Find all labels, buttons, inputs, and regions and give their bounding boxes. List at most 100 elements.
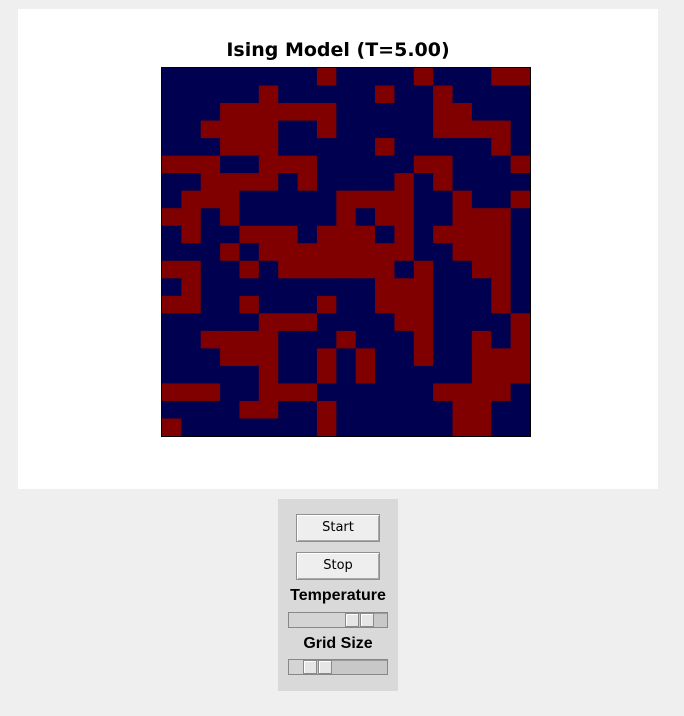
spin-down-cell — [510, 295, 530, 314]
spin-up-cell — [355, 225, 376, 244]
spin-up-cell — [433, 120, 454, 139]
spin-down-cell — [239, 383, 260, 402]
spin-down-cell — [491, 190, 512, 209]
temperature-slider[interactable] — [288, 612, 388, 628]
spin-down-cell — [394, 138, 415, 157]
spin-down-cell — [316, 138, 337, 157]
spin-down-cell — [336, 173, 357, 192]
spin-up-cell — [375, 243, 396, 262]
spin-down-cell — [162, 365, 182, 385]
spin-down-cell — [162, 120, 182, 139]
spin-up-cell — [181, 260, 202, 279]
spin-down-cell — [162, 400, 182, 420]
spin-down-cell — [239, 85, 260, 104]
control-panel: Start Stop Temperature Grid Size — [278, 499, 398, 691]
spin-down-cell — [316, 330, 337, 349]
spin-down-cell — [200, 295, 221, 314]
spin-down-cell — [239, 243, 260, 262]
spin-down-cell — [375, 225, 396, 244]
spin-down-cell — [162, 103, 182, 122]
spin-up-cell — [239, 295, 260, 314]
spin-up-cell — [413, 68, 434, 87]
spin-down-cell — [278, 348, 299, 367]
spin-up-cell — [375, 278, 396, 297]
spin-down-cell — [200, 85, 221, 104]
spin-up-cell — [297, 155, 318, 174]
spin-down-cell — [394, 330, 415, 349]
spin-down-cell — [471, 295, 492, 314]
spin-down-cell — [278, 278, 299, 297]
spin-up-cell — [181, 295, 202, 314]
spin-down-cell — [452, 348, 473, 367]
spin-down-cell — [355, 155, 376, 174]
spin-down-cell — [433, 365, 454, 385]
spin-up-cell — [181, 278, 202, 297]
spin-down-cell — [452, 260, 473, 279]
grid-size-slider-thumb[interactable] — [318, 660, 332, 674]
spin-down-cell — [355, 103, 376, 122]
spin-down-cell — [413, 190, 434, 209]
spin-down-cell — [220, 365, 241, 385]
spin-down-cell — [297, 138, 318, 157]
spin-up-cell — [471, 330, 492, 349]
spin-up-cell — [316, 400, 337, 420]
spin-down-cell — [336, 418, 357, 436]
spin-down-cell — [510, 260, 530, 279]
grid-size-slider[interactable] — [288, 659, 388, 675]
spin-up-cell — [413, 278, 434, 297]
spin-up-cell — [200, 120, 221, 139]
spin-up-cell — [471, 208, 492, 227]
spin-down-cell — [452, 173, 473, 192]
spin-down-cell — [510, 278, 530, 297]
spin-up-cell — [278, 103, 299, 122]
spin-down-cell — [220, 278, 241, 297]
spin-up-cell — [452, 120, 473, 139]
spin-down-cell — [452, 138, 473, 157]
spin-up-cell — [239, 260, 260, 279]
spin-down-cell — [433, 330, 454, 349]
spin-down-cell — [278, 295, 299, 314]
spin-down-cell — [200, 103, 221, 122]
spin-down-cell — [162, 330, 182, 349]
spin-down-cell — [413, 400, 434, 420]
spin-up-cell — [220, 190, 241, 209]
spin-down-cell — [452, 295, 473, 314]
spin-up-cell — [162, 155, 182, 174]
spin-down-cell — [413, 225, 434, 244]
spin-down-cell — [355, 85, 376, 104]
spin-up-cell — [316, 418, 337, 436]
stop-button[interactable]: Stop — [296, 552, 380, 580]
temperature-slider-arrow[interactable] — [360, 613, 374, 627]
spin-down-cell — [220, 260, 241, 279]
spin-down-cell — [200, 138, 221, 157]
spin-down-cell — [394, 260, 415, 279]
spin-up-cell — [200, 330, 221, 349]
spin-down-cell — [297, 208, 318, 227]
spin-down-cell — [471, 190, 492, 209]
spin-up-cell — [181, 190, 202, 209]
spin-down-cell — [336, 120, 357, 139]
spin-up-cell — [510, 330, 530, 349]
spin-up-cell — [316, 365, 337, 385]
spin-down-cell — [239, 278, 260, 297]
spin-down-cell — [297, 225, 318, 244]
spin-up-cell — [258, 313, 279, 332]
spin-down-cell — [181, 330, 202, 349]
spin-down-cell — [278, 418, 299, 436]
spin-down-cell — [297, 348, 318, 367]
spin-down-cell — [510, 208, 530, 227]
temperature-slider-thumb[interactable] — [345, 613, 359, 627]
spin-up-cell — [433, 155, 454, 174]
spin-down-cell — [491, 173, 512, 192]
start-button[interactable]: Start — [296, 514, 380, 542]
grid-size-slider-arrow[interactable] — [303, 660, 317, 674]
spin-down-cell — [355, 330, 376, 349]
spin-down-cell — [200, 208, 221, 227]
spin-down-cell — [394, 68, 415, 87]
spin-up-cell — [278, 243, 299, 262]
spin-up-cell — [220, 208, 241, 227]
spin-down-cell — [278, 190, 299, 209]
spin-up-cell — [471, 383, 492, 402]
spin-down-cell — [413, 383, 434, 402]
spin-up-cell — [471, 225, 492, 244]
